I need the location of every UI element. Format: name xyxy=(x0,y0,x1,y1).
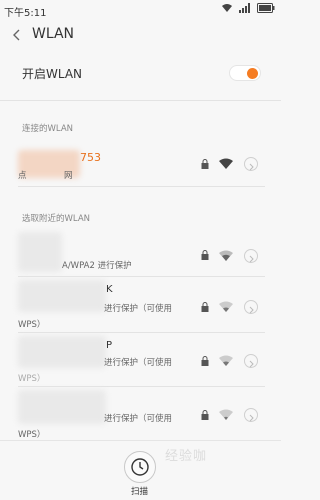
wifi-signal-icon xyxy=(219,250,233,261)
blurred-network-name xyxy=(18,232,62,272)
connected-network-row[interactable]: 753 点 网 xyxy=(0,144,281,188)
network-security: 进行保护（可使用 xyxy=(104,358,173,368)
bottom-bar: 扫描 xyxy=(0,440,281,500)
wifi-signal-icon xyxy=(219,158,233,169)
detail-arrow-icon[interactable] xyxy=(244,249,258,263)
connected-network-sub: 点 xyxy=(18,171,27,181)
connected-network-sub-end: 网 xyxy=(64,171,73,181)
chevron-left-icon[interactable] xyxy=(11,26,23,44)
divider xyxy=(0,100,281,101)
blurred-network-name xyxy=(18,390,106,424)
status-icons xyxy=(221,3,275,13)
nearby-network-row[interactable]: 进行保护（可使用 WPS） xyxy=(0,388,281,440)
divider xyxy=(18,186,265,187)
blurred-network-name xyxy=(18,280,106,312)
lock-icon xyxy=(201,159,209,169)
network-security: 进行保护（可使用 xyxy=(104,414,173,424)
nearby-section-label: 选取附近的WLAN xyxy=(22,214,91,224)
divider xyxy=(18,386,265,387)
status-wifi-icon xyxy=(222,4,232,12)
header: WLAN xyxy=(0,20,281,52)
connected-section-label: 连接的WLAN xyxy=(22,124,74,134)
lock-icon xyxy=(201,410,209,420)
nearby-network-row[interactable]: K 进行保护（可使用 WPS） xyxy=(0,278,281,330)
nearby-network-row[interactable]: P 进行保护（可使用 WPS） xyxy=(0,334,281,384)
divider xyxy=(18,332,265,333)
scan-button[interactable] xyxy=(124,451,156,483)
lock-icon xyxy=(201,302,209,312)
network-security: 进行保护（可使用 xyxy=(104,304,173,314)
scan-clock-icon xyxy=(131,458,149,476)
wlan-toggle-switch[interactable] xyxy=(229,65,261,81)
scan-label: 扫描 xyxy=(131,487,149,497)
watermark: 经验咖 xyxy=(165,449,208,464)
status-battery-icon xyxy=(257,3,275,13)
network-security: A/WPA2 进行保护 xyxy=(62,261,132,271)
detail-arrow-icon[interactable] xyxy=(244,300,258,314)
nearby-network-row[interactable]: A/WPA2 进行保护 xyxy=(0,230,281,274)
lock-icon xyxy=(201,250,209,260)
lock-icon xyxy=(201,356,209,366)
network-security-line2: WPS） xyxy=(18,374,46,384)
blurred-network-name xyxy=(18,336,106,368)
detail-arrow-icon[interactable] xyxy=(244,354,258,368)
page-title: WLAN xyxy=(32,26,75,42)
wifi-signal-icon xyxy=(219,355,233,366)
network-security-line2: WPS） xyxy=(18,320,46,330)
divider xyxy=(18,276,265,277)
status-signal-icon xyxy=(239,3,250,13)
status-bar: 下午5:11 xyxy=(0,0,281,20)
detail-arrow-icon[interactable] xyxy=(244,408,258,422)
detail-arrow-icon[interactable] xyxy=(244,157,258,171)
status-time: 下午5:11 xyxy=(4,8,47,19)
wlan-toggle-label: 开启WLAN xyxy=(22,67,83,81)
network-name: P xyxy=(106,340,113,351)
connected-network-name: 753 xyxy=(80,151,101,164)
network-security-line2: WPS） xyxy=(18,430,46,440)
network-name: K xyxy=(106,284,113,295)
wlan-toggle-row[interactable]: 开启WLAN xyxy=(0,55,281,93)
wifi-signal-icon xyxy=(219,301,233,312)
wifi-signal-icon xyxy=(219,409,233,420)
toggle-knob xyxy=(247,68,258,79)
